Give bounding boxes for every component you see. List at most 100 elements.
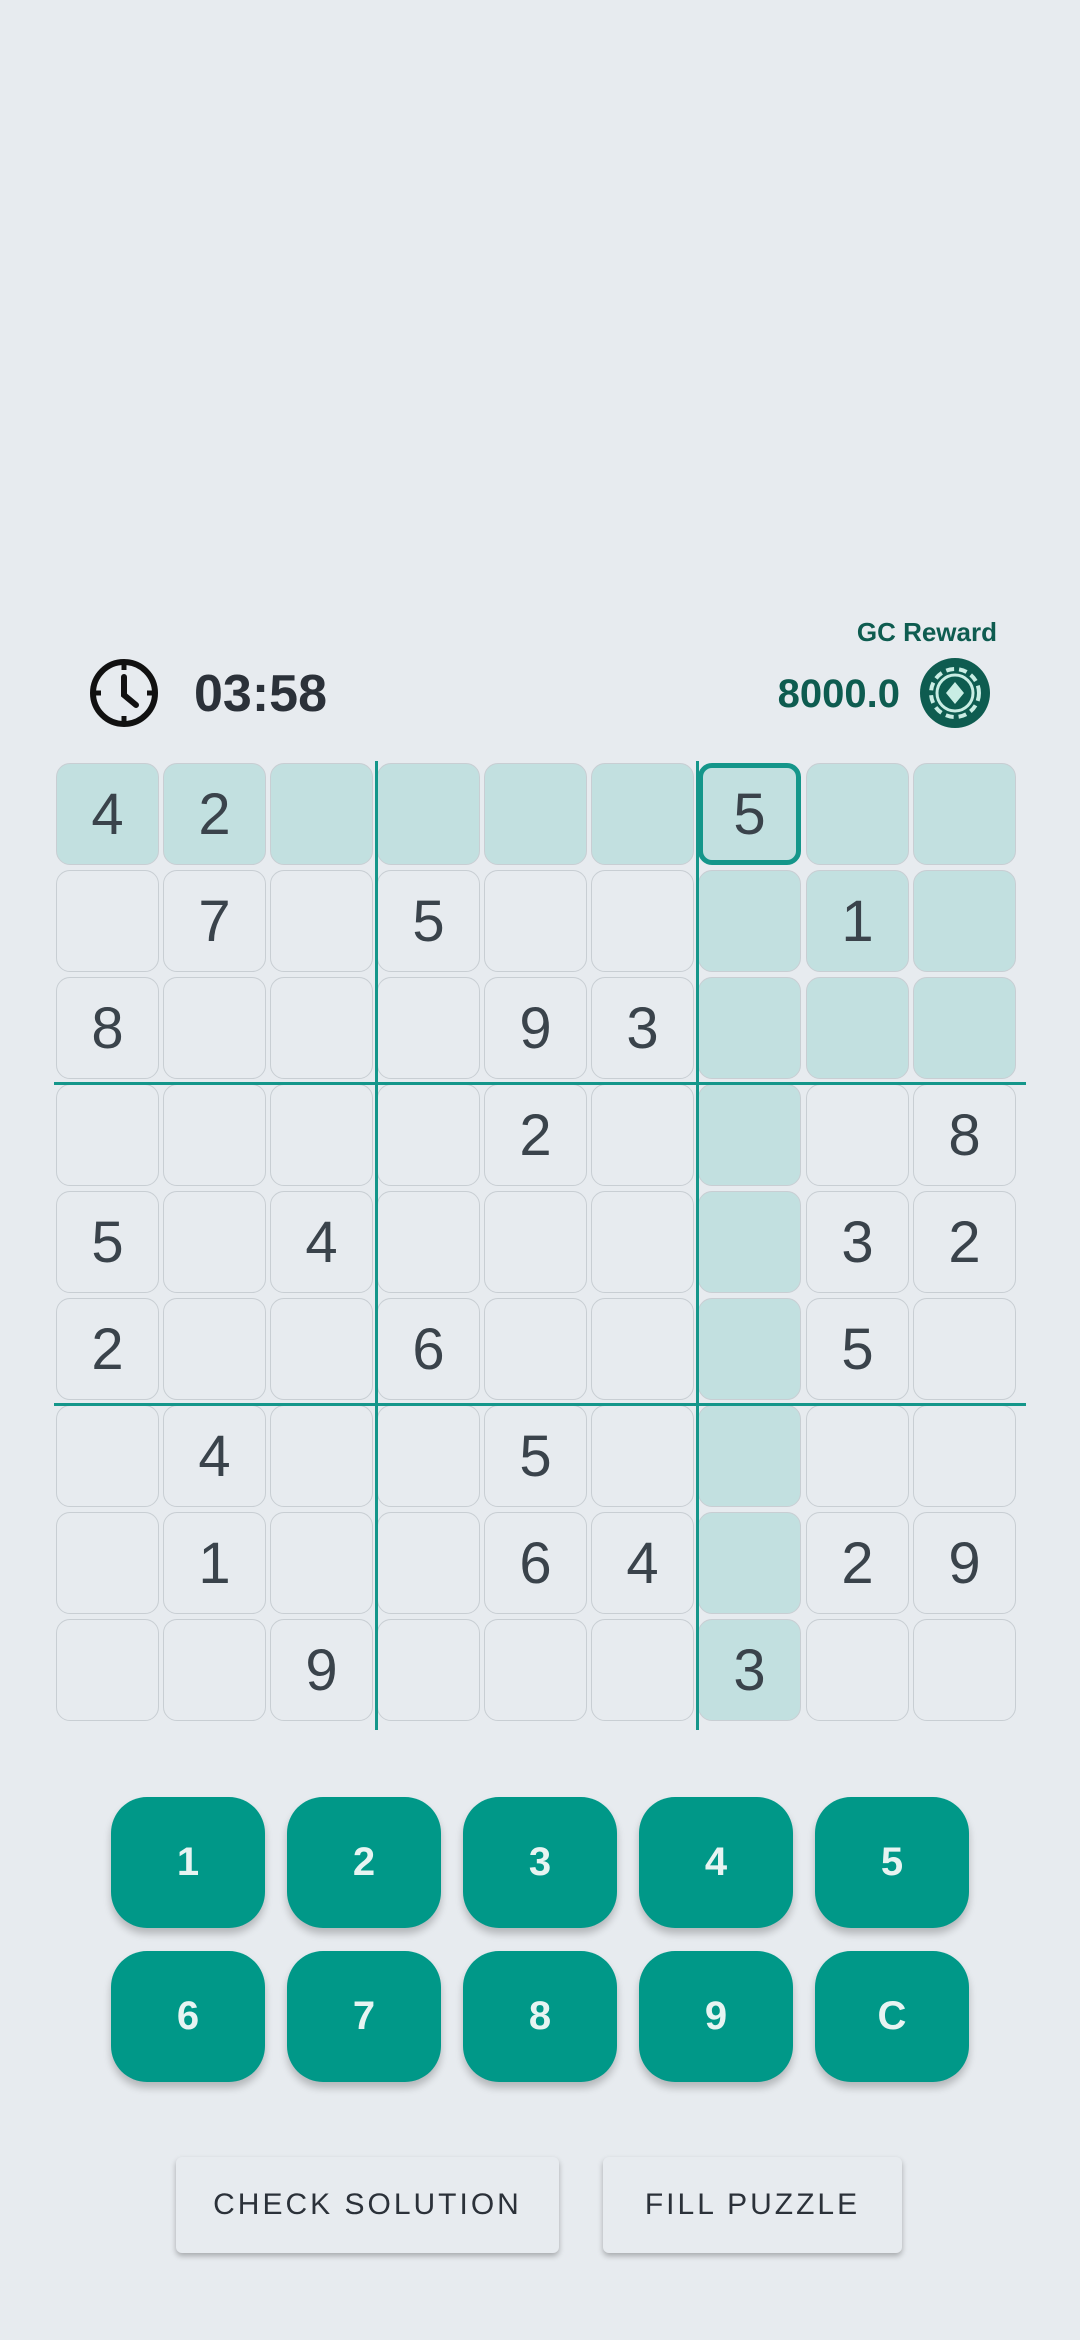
sudoku-cell[interactable]: 3 [806,1191,909,1293]
sudoku-cell[interactable] [484,763,587,865]
sudoku-cell[interactable] [698,977,801,1079]
sudoku-cell[interactable]: 1 [806,870,909,972]
sudoku-cell[interactable]: 6 [377,1298,480,1400]
sudoku-cell[interactable]: 1 [163,1512,266,1614]
sudoku-cell[interactable] [913,977,1016,1079]
sudoku-cell[interactable] [484,870,587,972]
sudoku-cell[interactable]: 9 [913,1512,1016,1614]
sudoku-cell[interactable] [698,1405,801,1507]
sudoku-cell[interactable]: 9 [270,1619,373,1721]
sudoku-cell[interactable] [484,1191,587,1293]
sudoku-cell[interactable]: 5 [377,870,480,972]
clock-icon [90,659,158,727]
sudoku-cell[interactable] [377,1512,480,1614]
number-key-2[interactable]: 2 [287,1797,441,1928]
number-key-7[interactable]: 7 [287,1951,441,2082]
sudoku-cell[interactable] [484,1619,587,1721]
sudoku-cell[interactable] [591,870,694,972]
sudoku-cell[interactable] [270,1405,373,1507]
sudoku-cell[interactable]: 2 [806,1512,909,1614]
reward-label: GC Reward [856,617,997,647]
sudoku-cell[interactable] [806,977,909,1079]
sudoku-cell[interactable] [270,1084,373,1186]
sudoku-cell[interactable] [698,1512,801,1614]
sudoku-cell[interactable]: 3 [591,977,694,1079]
number-key-5[interactable]: 5 [815,1797,969,1928]
sudoku-cell[interactable] [377,1405,480,1507]
sudoku-cell[interactable]: 6 [484,1512,587,1614]
sudoku-cell[interactable] [698,1298,801,1400]
number-key-1[interactable]: 1 [111,1797,265,1928]
sudoku-cell[interactable] [56,870,159,972]
sudoku-cell[interactable] [806,1405,909,1507]
box-divider-horizontal [54,1082,1026,1085]
box-divider-vertical [375,761,378,1730]
sudoku-cell[interactable] [591,1619,694,1721]
sudoku-cell[interactable]: 3 [698,1619,801,1721]
sudoku-cell[interactable]: 4 [270,1191,373,1293]
sudoku-cell[interactable] [913,763,1016,865]
sudoku-cell[interactable] [913,1619,1016,1721]
fill-puzzle-button[interactable]: FILL PUZZLE [603,2157,902,2253]
sudoku-cell[interactable] [591,1298,694,1400]
sudoku-cell[interactable]: 4 [591,1512,694,1614]
sudoku-cell[interactable] [698,1084,801,1186]
sudoku-cell[interactable] [806,1619,909,1721]
sudoku-cell[interactable]: 9 [484,977,587,1079]
sudoku-cell[interactable] [163,977,266,1079]
number-key-4[interactable]: 4 [639,1797,793,1928]
sudoku-cell[interactable] [591,1405,694,1507]
sudoku-cell[interactable] [163,1191,266,1293]
sudoku-cell[interactable]: 4 [163,1405,266,1507]
coin-icon [920,658,990,728]
sudoku-cell[interactable] [591,763,694,865]
sudoku-cell[interactable]: 4 [56,763,159,865]
sudoku-cell[interactable]: 5 [806,1298,909,1400]
sudoku-cell[interactable] [270,870,373,972]
sudoku-cell[interactable]: 7 [163,870,266,972]
sudoku-cell[interactable] [913,870,1016,972]
sudoku-cell[interactable]: 5 [56,1191,159,1293]
sudoku-cell[interactable] [270,763,373,865]
check-solution-button[interactable]: CHECK SOLUTION [176,2157,559,2253]
sudoku-cell[interactable] [377,977,480,1079]
sudoku-cell[interactable] [56,1512,159,1614]
sudoku-cell[interactable]: 8 [913,1084,1016,1186]
sudoku-cell[interactable] [591,1191,694,1293]
clear-key-button[interactable]: C [815,1951,969,2082]
sudoku-cell[interactable] [270,1298,373,1400]
sudoku-cell[interactable] [163,1298,266,1400]
timer-text: 03:58 [194,665,327,723]
sudoku-cell[interactable]: 2 [484,1084,587,1186]
sudoku-cell[interactable] [377,1191,480,1293]
sudoku-cell[interactable] [484,1298,587,1400]
sudoku-cell[interactable] [913,1298,1016,1400]
sudoku-cell[interactable] [698,870,801,972]
number-key-6[interactable]: 6 [111,1951,265,2082]
sudoku-cell[interactable]: 2 [56,1298,159,1400]
sudoku-cell[interactable] [377,1619,480,1721]
sudoku-cell[interactable]: 2 [913,1191,1016,1293]
sudoku-cell[interactable] [377,763,480,865]
sudoku-cell[interactable] [591,1084,694,1186]
sudoku-cell[interactable] [377,1084,480,1186]
sudoku-cell[interactable] [56,1084,159,1186]
sudoku-board: 425751893285432265451642993 [54,761,1026,1730]
sudoku-cell[interactable] [270,1512,373,1614]
sudoku-cell[interactable] [56,1619,159,1721]
sudoku-cell[interactable] [56,1405,159,1507]
sudoku-cell[interactable]: 8 [56,977,159,1079]
sudoku-cell[interactable] [270,977,373,1079]
number-key-3[interactable]: 3 [463,1797,617,1928]
sudoku-cell[interactable]: 5 [484,1405,587,1507]
sudoku-cell[interactable] [806,1084,909,1186]
sudoku-cell[interactable] [163,1619,266,1721]
sudoku-cell[interactable] [913,1405,1016,1507]
sudoku-cell[interactable] [806,763,909,865]
sudoku-cell[interactable] [163,1084,266,1186]
number-key-8[interactable]: 8 [463,1951,617,2082]
sudoku-cell[interactable] [698,1191,801,1293]
sudoku-cell[interactable]: 2 [163,763,266,865]
sudoku-cell[interactable]: 5 [698,763,801,865]
number-key-9[interactable]: 9 [639,1951,793,2082]
